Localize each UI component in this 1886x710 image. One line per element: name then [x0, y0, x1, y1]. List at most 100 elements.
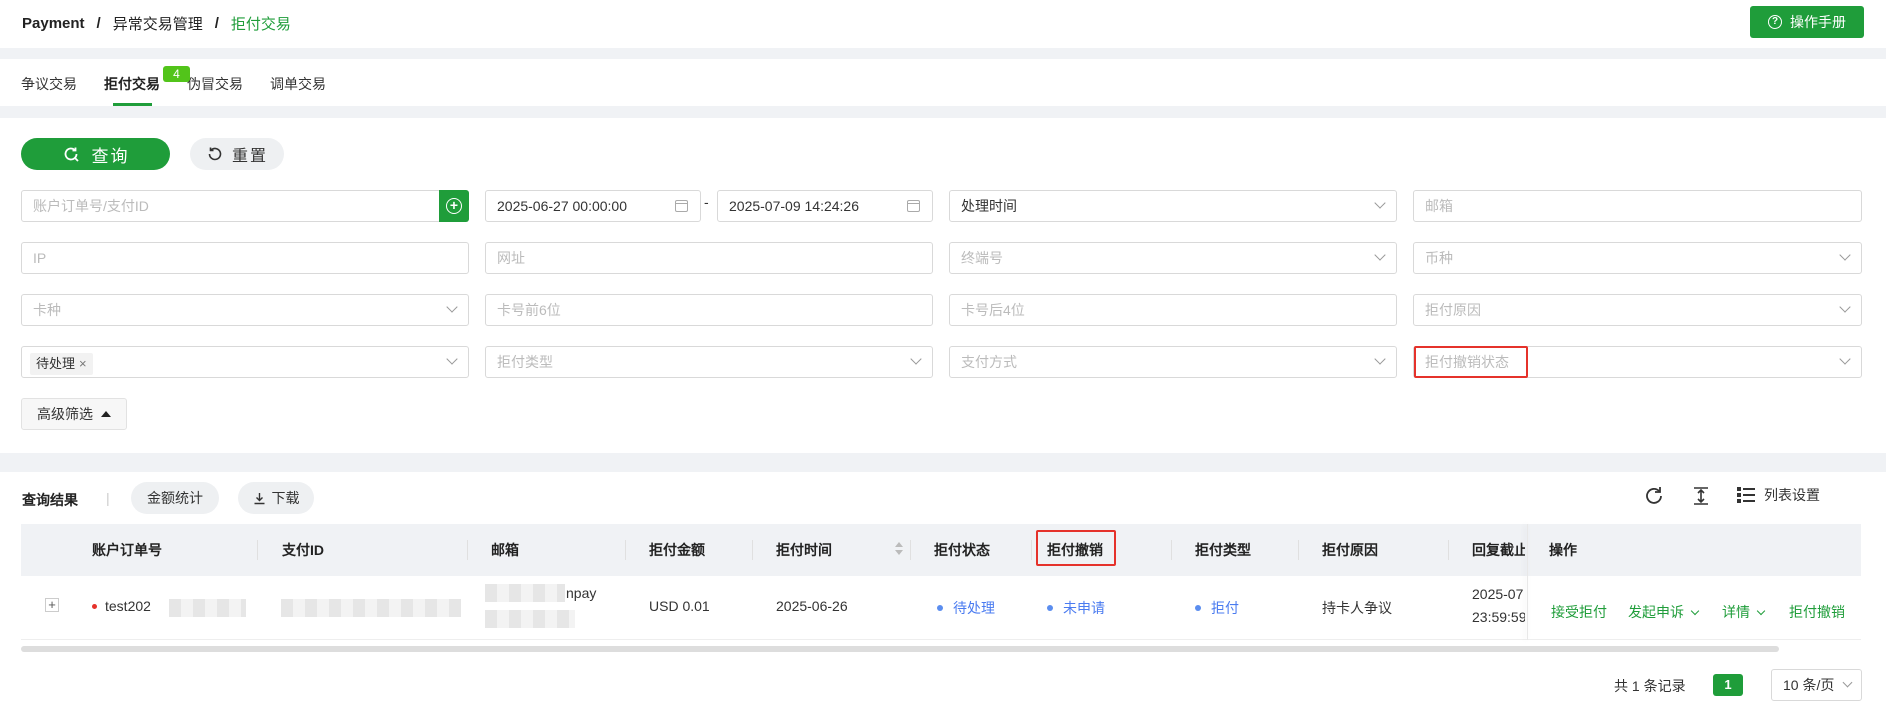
card-type-select[interactable]: 卡种	[21, 294, 469, 326]
tab-retrieval[interactable]: 调单交易	[270, 74, 326, 94]
column-divider	[1298, 540, 1299, 560]
chevron-down-icon	[1374, 249, 1386, 261]
tab-chargeback[interactable]: 拒付交易	[104, 74, 160, 94]
column-header: 拒付状态	[934, 542, 990, 558]
email-input[interactable]: 邮箱	[1413, 190, 1862, 222]
chevron-down-icon	[910, 353, 922, 365]
revoke-value: 未申请	[1063, 600, 1105, 616]
date-start-value: 2025-06-27 00:00:00	[497, 198, 627, 214]
chevron-down-icon	[1842, 677, 1853, 688]
column-divider	[1171, 540, 1172, 560]
file-appeal-dropdown[interactable]: 发起申诉	[1628, 602, 1700, 622]
date-start-input[interactable]: 2025-06-27 00:00:00	[485, 190, 701, 222]
column-header: 支付ID	[282, 542, 324, 558]
column-settings-button[interactable]: 列表设置	[1736, 485, 1820, 505]
page-size-value: 10 条/页	[1783, 677, 1835, 693]
chargeback-type-placeholder: 拒付类型	[497, 354, 553, 370]
column-divider	[910, 540, 911, 560]
time-type-value: 处理时间	[961, 198, 1017, 214]
row-height-icon[interactable]	[1690, 485, 1712, 507]
chevron-down-icon	[1374, 197, 1386, 209]
column-header: 操作	[1549, 542, 1577, 558]
manual-button[interactable]: ? 操作手册	[1750, 6, 1864, 38]
column-divider	[1448, 540, 1449, 560]
chevron-down-icon	[446, 301, 458, 313]
download-button[interactable]: 下载	[238, 482, 314, 514]
tabs-bar: 争议交易 拒付交易 伪冒交易 调单交易	[0, 59, 1886, 106]
amount-stats-button[interactable]: 金额统计	[131, 482, 219, 514]
column-divider	[467, 540, 468, 560]
reason-cell: 持卡人争议	[1322, 600, 1392, 616]
breadcrumb-item-current: 拒付交易	[230, 16, 291, 33]
advanced-filter-button[interactable]: 高级筛选	[21, 398, 127, 430]
breadcrumb-item-abnormal[interactable]: 异常交易管理	[113, 13, 203, 34]
sort-icon[interactable]	[894, 542, 904, 558]
chevron-down-icon	[1374, 353, 1386, 365]
filter-panel: 查询 重置 账户订单号/支付ID + 2025-06-27 00:00:00 -…	[0, 118, 1886, 453]
order-id-input[interactable]: 账户订单号/支付ID	[21, 190, 441, 222]
ip-input[interactable]: IP	[21, 242, 469, 274]
amount-cell: USD 0.01	[649, 598, 710, 614]
status-tag: 待处理 ×	[30, 353, 93, 375]
pay-method-select[interactable]: 支付方式	[949, 346, 1397, 378]
breadcrumb-separator: /	[214, 15, 219, 32]
manual-button-label: 操作手册	[1790, 14, 1846, 30]
column-header: 回复截止	[1472, 542, 1525, 558]
chevron-down-icon	[1839, 249, 1851, 261]
results-separator: |	[106, 490, 110, 506]
date-end-value: 2025-07-09 14:24:26	[729, 198, 859, 214]
add-order-button[interactable]: +	[439, 190, 469, 222]
order-no-value: test202	[105, 598, 151, 614]
tab-fraud[interactable]: 伪冒交易	[187, 74, 243, 94]
tab-dispute[interactable]: 争议交易	[21, 74, 77, 94]
breadcrumb-item-payment[interactable]: Payment	[22, 15, 85, 32]
file-appeal-label: 发起申诉	[1628, 604, 1684, 620]
order-no-cell: test202	[92, 598, 151, 614]
plus-circle-icon: +	[446, 198, 462, 214]
revoke-chargeback-link[interactable]: 拒付撤销	[1789, 602, 1845, 622]
fixed-column-shadow	[1527, 524, 1528, 640]
time-cell: 2025-06-26	[776, 598, 848, 614]
terminal-select[interactable]: 终端号	[949, 242, 1397, 274]
details-dropdown[interactable]: 详情	[1722, 602, 1766, 622]
status-dot	[937, 605, 943, 612]
horizontal-scrollbar[interactable]	[21, 646, 1779, 652]
close-icon[interactable]: ×	[79, 356, 87, 371]
download-icon	[254, 492, 264, 504]
reason-select[interactable]: 拒付原因	[1413, 294, 1862, 326]
expand-row-button[interactable]: +	[45, 598, 59, 612]
results-panel: 查询结果 | 金额统计 下载 列表设置 账户订单号 支付ID 邮箱 拒付金额 拒…	[0, 472, 1886, 710]
chevron-down-icon	[1756, 606, 1766, 616]
card-first6-input[interactable]: 卡号前6位	[485, 294, 933, 326]
url-input[interactable]: 网址	[485, 242, 933, 274]
date-range-separator: -	[704, 194, 709, 210]
redacted-block	[485, 610, 575, 628]
download-label: 下载	[271, 490, 300, 506]
refresh-icon[interactable]	[1643, 485, 1665, 507]
redacted-block	[485, 584, 565, 602]
caret-up-icon	[101, 411, 111, 417]
reset-button-label: 重置	[231, 148, 268, 165]
column-divider	[257, 540, 258, 560]
page-size-select[interactable]: 10 条/页	[1771, 669, 1862, 701]
details-label: 详情	[1722, 604, 1750, 620]
reset-button[interactable]: 重置	[190, 138, 284, 170]
time-type-select[interactable]: 处理时间	[949, 190, 1397, 222]
currency-placeholder: 币种	[1425, 250, 1453, 266]
query-button[interactable]: 查询	[21, 138, 170, 170]
accept-chargeback-link[interactable]: 接受拒付	[1551, 602, 1607, 622]
page-button-current[interactable]: 1	[1713, 674, 1743, 696]
column-header[interactable]: 拒付时间	[776, 524, 832, 576]
breadcrumb-separator: /	[96, 15, 101, 32]
chargeback-type-select[interactable]: 拒付类型	[485, 346, 933, 378]
card-last4-input[interactable]: 卡号后4位	[949, 294, 1397, 326]
column-divider	[1031, 540, 1032, 560]
date-end-input[interactable]: 2025-07-09 14:24:26	[717, 190, 933, 222]
tab-badge-count: 4	[163, 66, 190, 82]
deadline-time: 23:59:59	[1472, 609, 1525, 625]
currency-select[interactable]: 币种	[1413, 242, 1862, 274]
top-header: Payment / 异常交易管理 / 拒付交易 ? 操作手册	[0, 0, 1886, 48]
terminal-placeholder: 终端号	[961, 250, 1003, 266]
deadline-date: 2025-07	[1472, 586, 1524, 602]
results-title: 查询结果	[22, 492, 78, 508]
